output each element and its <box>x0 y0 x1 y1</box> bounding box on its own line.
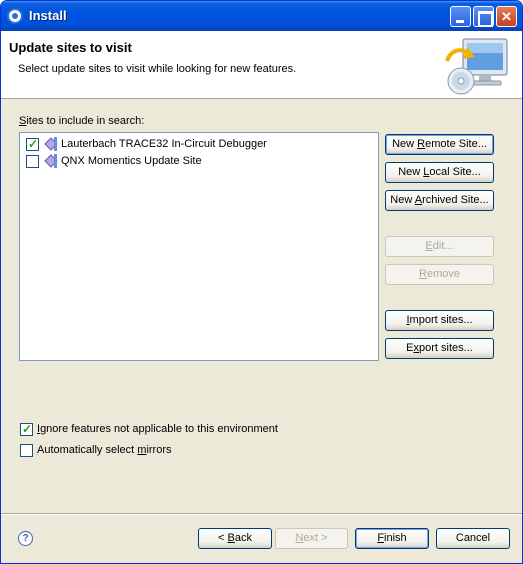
ignore-features-checkbox[interactable] <box>20 422 33 436</box>
update-site-icon <box>44 154 58 168</box>
export-sites-button[interactable]: Export sites... <box>385 338 494 359</box>
sites-list-label: Sites to include in search: <box>19 115 145 127</box>
close-button[interactable] <box>496 6 517 27</box>
site-checkbox-lauterbach[interactable] <box>26 137 39 151</box>
page-title: Update sites to visit <box>9 40 132 55</box>
page-description: Select update sites to visit while looki… <box>18 63 297 75</box>
new-archived-site-button[interactable]: New Archived Site... <box>385 190 494 211</box>
minimize-button[interactable] <box>450 6 471 27</box>
list-item[interactable]: Lauterbach TRACE32 In-Circuit Debugger <box>26 136 267 152</box>
ignore-features-label: Ignore features not applicable to this e… <box>37 423 278 435</box>
title-bar[interactable]: Install <box>1 1 522 31</box>
update-site-icon <box>44 137 58 151</box>
cancel-button[interactable]: Cancel <box>436 528 510 549</box>
help-icon[interactable]: ? <box>18 531 33 546</box>
site-label: Lauterbach TRACE32 In-Circuit Debugger <box>61 138 267 150</box>
remove-site-button[interactable]: Remove <box>385 264 494 285</box>
back-button[interactable]: < Back <box>198 528 272 549</box>
site-label: QNX Momentics Update Site <box>61 155 202 167</box>
new-remote-site-button[interactable]: New Remote Site... <box>385 134 494 155</box>
select-mirrors-checkbox[interactable] <box>20 443 33 457</box>
select-mirrors-label: Automatically select mirrors <box>37 444 172 456</box>
install-wizard-icon <box>445 38 508 95</box>
install-dialog: Install Update sites to visit Select upd… <box>0 0 523 564</box>
import-sites-button[interactable]: Import sites... <box>385 310 494 331</box>
next-button[interactable]: Next > <box>275 528 348 549</box>
select-mirrors-option[interactable]: Automatically select mirrors <box>20 442 172 458</box>
finish-button[interactable]: Finish <box>355 528 429 549</box>
list-item[interactable]: QNX Momentics Update Site <box>26 153 202 169</box>
maximize-button[interactable] <box>473 6 494 27</box>
eclipse-app-icon <box>7 8 23 24</box>
site-checkbox-qnx[interactable] <box>26 154 39 168</box>
window-title: Install <box>29 8 67 23</box>
edit-site-button[interactable]: Edit... <box>385 236 494 257</box>
footer-separator <box>1 513 522 515</box>
sites-list[interactable]: Lauterbach TRACE32 In-Circuit Debugger Q… <box>19 132 379 361</box>
wizard-banner: Update sites to visit Select update site… <box>1 31 522 99</box>
new-local-site-button[interactable]: New Local Site... <box>385 162 494 183</box>
ignore-features-option[interactable]: Ignore features not applicable to this e… <box>20 421 278 437</box>
